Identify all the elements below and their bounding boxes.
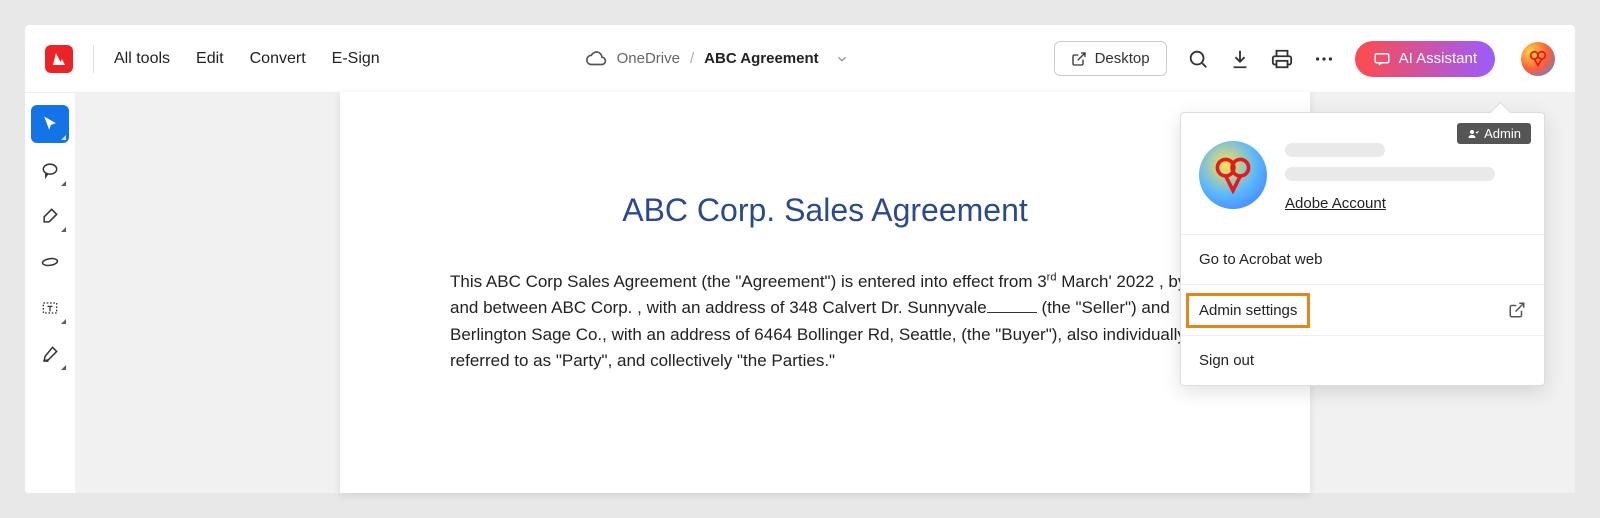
popover-user-info: Adobe Account [1285,141,1526,212]
menu-item-label: Sign out [1199,352,1254,369]
nav-convert[interactable]: Convert [250,50,306,68]
user-email-placeholder [1285,167,1495,181]
fill-blank [987,312,1037,313]
menu-item-label: Go to Acrobat web [1199,251,1322,268]
account-avatar[interactable] [1521,42,1555,76]
breadcrumb: OneDrive / ABC Agreement [396,48,1038,70]
breadcrumb-file[interactable]: ABC Agreement [704,50,818,67]
popover-avatar [1199,141,1267,209]
menu-admin-settings[interactable]: Admin settings [1181,284,1544,335]
menu-item-label: Admin settings [1199,302,1297,319]
divider [93,45,94,73]
admin-badge: Admin [1457,123,1531,144]
draw-tool[interactable] [31,243,69,281]
admin-badge-label: Admin [1484,126,1521,141]
account-popover: Admin Adobe Account Go to Acrobat web Ad… [1180,112,1545,386]
menu-sign-out[interactable]: Sign out [1181,335,1544,385]
select-tool[interactable] [31,105,69,143]
sign-tool[interactable] [31,335,69,373]
download-icon[interactable] [1229,48,1251,70]
adobe-account-link[interactable]: Adobe Account [1285,195,1526,212]
highlight-tool[interactable] [31,197,69,235]
breadcrumb-separator: / [690,50,694,67]
nav-esign[interactable]: E-Sign [332,50,380,68]
user-name-placeholder [1285,143,1385,157]
external-link-icon [1071,51,1087,67]
nav-edit[interactable]: Edit [196,50,224,68]
breadcrumb-source[interactable]: OneDrive [617,50,680,67]
search-icon[interactable] [1187,48,1209,70]
left-toolbar [25,93,75,493]
open-desktop-button[interactable]: Desktop [1054,41,1167,76]
acrobat-logo-icon[interactable] [45,45,73,73]
document-body: This ABC Corp Sales Agreement (the "Agre… [450,269,1200,374]
text-box-tool[interactable] [31,289,69,327]
chevron-down-icon[interactable] [835,52,849,66]
more-icon[interactable] [1313,48,1335,70]
desktop-label: Desktop [1095,50,1150,67]
admin-user-icon [1467,128,1479,140]
topbar: All tools Edit Convert E-Sign OneDrive /… [25,25,1575,93]
cloud-icon [585,48,607,70]
ai-assistant-button[interactable]: AI Assistant [1355,41,1495,77]
chat-sparkle-icon [1373,50,1391,68]
comment-tool[interactable] [31,151,69,189]
external-link-icon [1508,301,1526,319]
document-title: ABC Corp. Sales Agreement [450,192,1200,229]
nav-all-tools[interactable]: All tools [114,50,170,68]
menu-acrobat-web[interactable]: Go to Acrobat web [1181,234,1544,284]
print-icon[interactable] [1271,48,1293,70]
right-tools: Desktop AI Assistant [1054,41,1555,77]
document-page[interactable]: ABC Corp. Sales Agreement This ABC Corp … [340,92,1310,493]
ai-label: AI Assistant [1399,50,1477,67]
nav: All tools Edit Convert E-Sign [114,50,380,68]
